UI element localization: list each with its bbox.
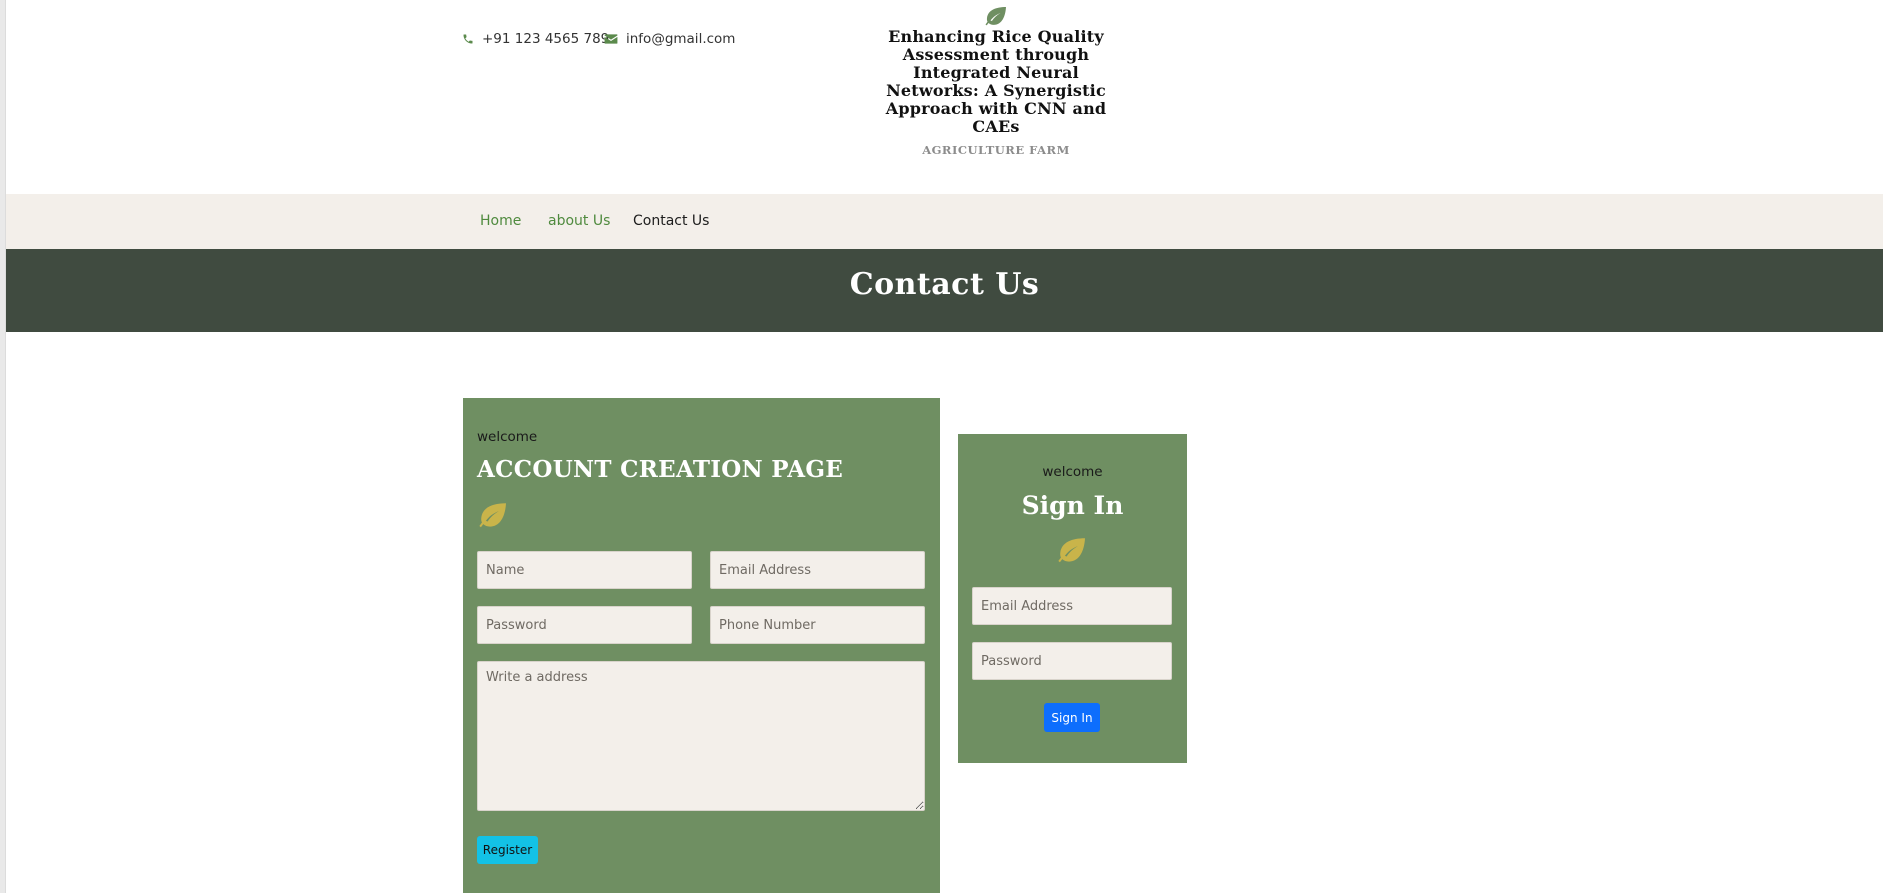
nav-about-us[interactable]: about Us bbox=[548, 213, 610, 229]
site-brand[interactable]: Enhancing Rice Quality Assessment throug… bbox=[876, 6, 1116, 157]
name-input[interactable] bbox=[477, 551, 692, 589]
phone-number: +91 123 4565 789 bbox=[482, 31, 610, 47]
nav-contact-us[interactable]: Contact Us bbox=[633, 213, 709, 229]
top-header: +91 123 4565 789 info@gmail.com Enhancin… bbox=[6, 0, 1883, 194]
leaf-icon bbox=[479, 503, 506, 528]
sign-in-form: welcome Sign In Sign In bbox=[958, 434, 1187, 763]
nav-home[interactable]: Home bbox=[480, 213, 521, 229]
account-creation-form: welcome ACCOUNT CREATION PAGE Register bbox=[463, 398, 940, 893]
sign-in-button[interactable]: Sign In bbox=[1044, 703, 1100, 732]
envelope-icon bbox=[604, 34, 618, 44]
register-password-input[interactable] bbox=[477, 606, 692, 644]
email-contact[interactable]: info@gmail.com bbox=[604, 31, 735, 47]
page-banner: Contact Us bbox=[6, 249, 1883, 332]
signin-password-input[interactable] bbox=[972, 642, 1172, 680]
phone-number-input[interactable] bbox=[710, 606, 925, 644]
register-button[interactable]: Register bbox=[477, 836, 538, 864]
register-title: ACCOUNT CREATION PAGE bbox=[477, 456, 844, 483]
site-subtitle: AGRICULTURE FARM bbox=[922, 143, 1070, 157]
register-welcome: welcome bbox=[477, 429, 538, 445]
address-textarea[interactable] bbox=[477, 661, 925, 811]
signin-welcome: welcome bbox=[1042, 464, 1103, 480]
phone-contact[interactable]: +91 123 4565 789 bbox=[462, 31, 609, 47]
main-nav: Home about Us Contact Us bbox=[6, 194, 1883, 249]
phone-icon bbox=[463, 34, 473, 44]
signin-title: Sign In bbox=[1021, 491, 1124, 520]
leaf-icon bbox=[985, 7, 1006, 26]
site-title: Enhancing Rice Quality Assessment throug… bbox=[885, 27, 1107, 136]
email-address: info@gmail.com bbox=[626, 31, 736, 47]
leaf-icon bbox=[1058, 538, 1085, 563]
page-title: Contact Us bbox=[849, 267, 1040, 302]
register-email-input[interactable] bbox=[710, 551, 925, 589]
signin-email-input[interactable] bbox=[972, 587, 1172, 625]
